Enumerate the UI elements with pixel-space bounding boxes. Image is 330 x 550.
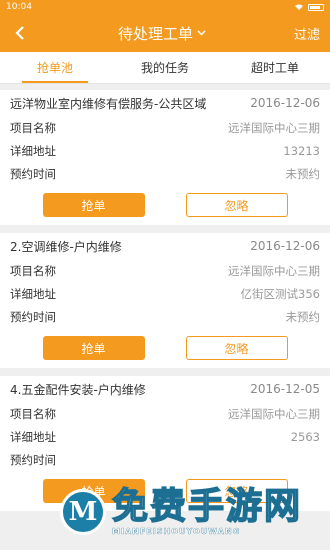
tab-overdue[interactable]: 超时工单: [220, 52, 330, 83]
order-card: 2.空调维修-户内维修 2016-12-06 项目名称 远洋国际中心三期 详细地址…: [0, 233, 330, 368]
tab-bar: 抢单池 我的任务 超时工单: [0, 52, 330, 84]
project-label: 项目名称: [10, 406, 56, 421]
order-date: 2016-12-05: [250, 382, 320, 396]
ignore-button[interactable]: 忽略: [185, 336, 288, 360]
address-value: 亿街区测试356: [240, 286, 320, 301]
address-value: 2563: [290, 429, 320, 444]
address-label: 详细地址: [10, 429, 56, 444]
back-icon[interactable]: [10, 23, 30, 43]
ignore-button[interactable]: 忽略: [185, 193, 288, 217]
appointment-label: 预约时间: [10, 309, 56, 324]
appointment-value: 未预约: [285, 166, 321, 181]
page-title-text: 待处理工单: [117, 24, 193, 43]
order-title: 远洋物业室内维修有偿服务-公共区域: [10, 96, 207, 111]
page-title[interactable]: 待处理工单: [118, 23, 206, 44]
watermark: M 免费手游网 MIANFEISHOUYOUWANG: [60, 486, 303, 536]
filter-button[interactable]: 过滤: [294, 24, 320, 43]
project-label: 项目名称: [10, 263, 56, 278]
status-bar: 10:04: [0, 0, 330, 14]
order-date: 2016-12-06: [250, 96, 320, 110]
chevron-down-icon: [197, 30, 206, 36]
project-value: 远洋国际中心三期: [228, 263, 320, 278]
battery-icon: [308, 3, 324, 11]
address-label: 详细地址: [10, 286, 56, 301]
nav-bar: 待处理工单 过滤: [0, 14, 330, 52]
order-card: 远洋物业室内维修有偿服务-公共区域 2016-12-06 项目名称 远洋国际中心三…: [0, 90, 330, 225]
order-title: 4.五金配件安装-户内维修: [10, 382, 146, 397]
grab-button[interactable]: 抢单: [42, 193, 145, 217]
appointment-label: 预约时间: [10, 452, 56, 467]
wifi-icon: [295, 4, 303, 10]
order-title: 2.空调维修-户内维修: [10, 239, 122, 254]
appointment-value: 未预约: [285, 309, 321, 324]
watermark-logo-icon: M: [60, 488, 106, 535]
watermark-subtext: MIANFEISHOUYOUWANG: [112, 527, 241, 536]
grab-button[interactable]: 抢单: [42, 336, 145, 360]
address-label: 详细地址: [10, 143, 56, 158]
tab-grab-pool[interactable]: 抢单池: [0, 52, 110, 83]
watermark-text: 免费手游网: [111, 486, 303, 528]
status-time: 10:04: [6, 2, 32, 12]
order-date: 2016-12-06: [250, 239, 320, 253]
status-icons: [294, 3, 324, 11]
project-value: 远洋国际中心三期: [228, 406, 320, 421]
appointment-label: 预约时间: [10, 166, 56, 181]
project-label: 项目名称: [10, 120, 56, 135]
project-value: 远洋国际中心三期: [228, 120, 320, 135]
tab-my-tasks[interactable]: 我的任务: [110, 52, 220, 83]
address-value: 13213: [283, 143, 320, 158]
order-list: 远洋物业室内维修有偿服务-公共区域 2016-12-06 项目名称远洋国际中心三…: [0, 84, 330, 511]
